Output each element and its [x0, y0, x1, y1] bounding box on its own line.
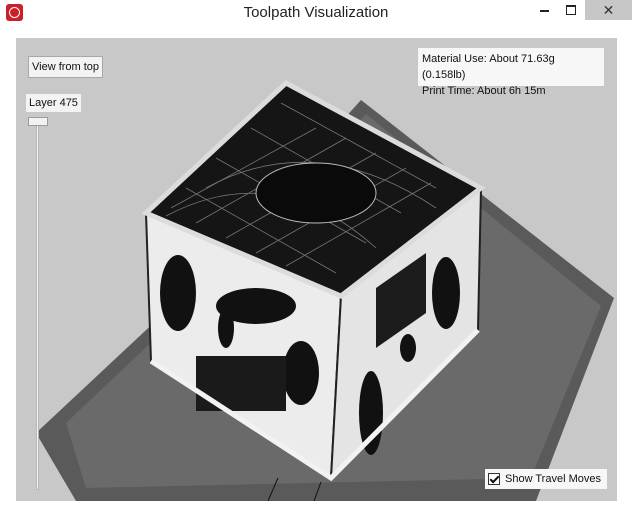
maximize-button[interactable]: [558, 0, 584, 20]
show-travel-moves-toggle[interactable]: Show Travel Moves: [485, 469, 607, 489]
close-button[interactable]: ✕: [585, 0, 632, 20]
title-bar: Toolpath Visualization ✕: [0, 0, 632, 26]
show-travel-moves-checkbox[interactable]: [488, 473, 500, 485]
view-from-top-button[interactable]: View from top: [28, 56, 104, 78]
right-face-hole: [400, 334, 416, 362]
toolpath-3d-viewport[interactable]: View from top Layer 475 Material Use: Ab…: [16, 38, 617, 501]
toolpath-scene: [36, 79, 614, 501]
left-face-hole: [218, 308, 234, 348]
right-face-hole: [432, 257, 460, 329]
material-use-text: Material Use: About 71.63g (0.158lb): [422, 53, 555, 81]
left-face-slot: [196, 356, 286, 411]
show-travel-moves-label: Show Travel Moves: [505, 473, 601, 485]
left-face-hole: [283, 341, 319, 405]
right-face-hole: [359, 371, 383, 455]
minimize-button[interactable]: [530, 0, 558, 20]
minimize-icon: [539, 10, 549, 12]
top-opening: [255, 162, 377, 224]
layer-label: Layer 475: [26, 94, 81, 112]
print-stats-panel: Material Use: About 71.63g (0.158lb) Pri…: [418, 48, 604, 97]
print-time-text: Print Time: About 6h 15m: [422, 85, 546, 97]
left-face-hole: [160, 255, 196, 331]
layer-slider-track[interactable]: [36, 118, 39, 490]
layer-slider-thumb[interactable]: [28, 117, 48, 126]
close-icon: ✕: [602, 1, 615, 18]
maximize-icon: [566, 5, 576, 15]
